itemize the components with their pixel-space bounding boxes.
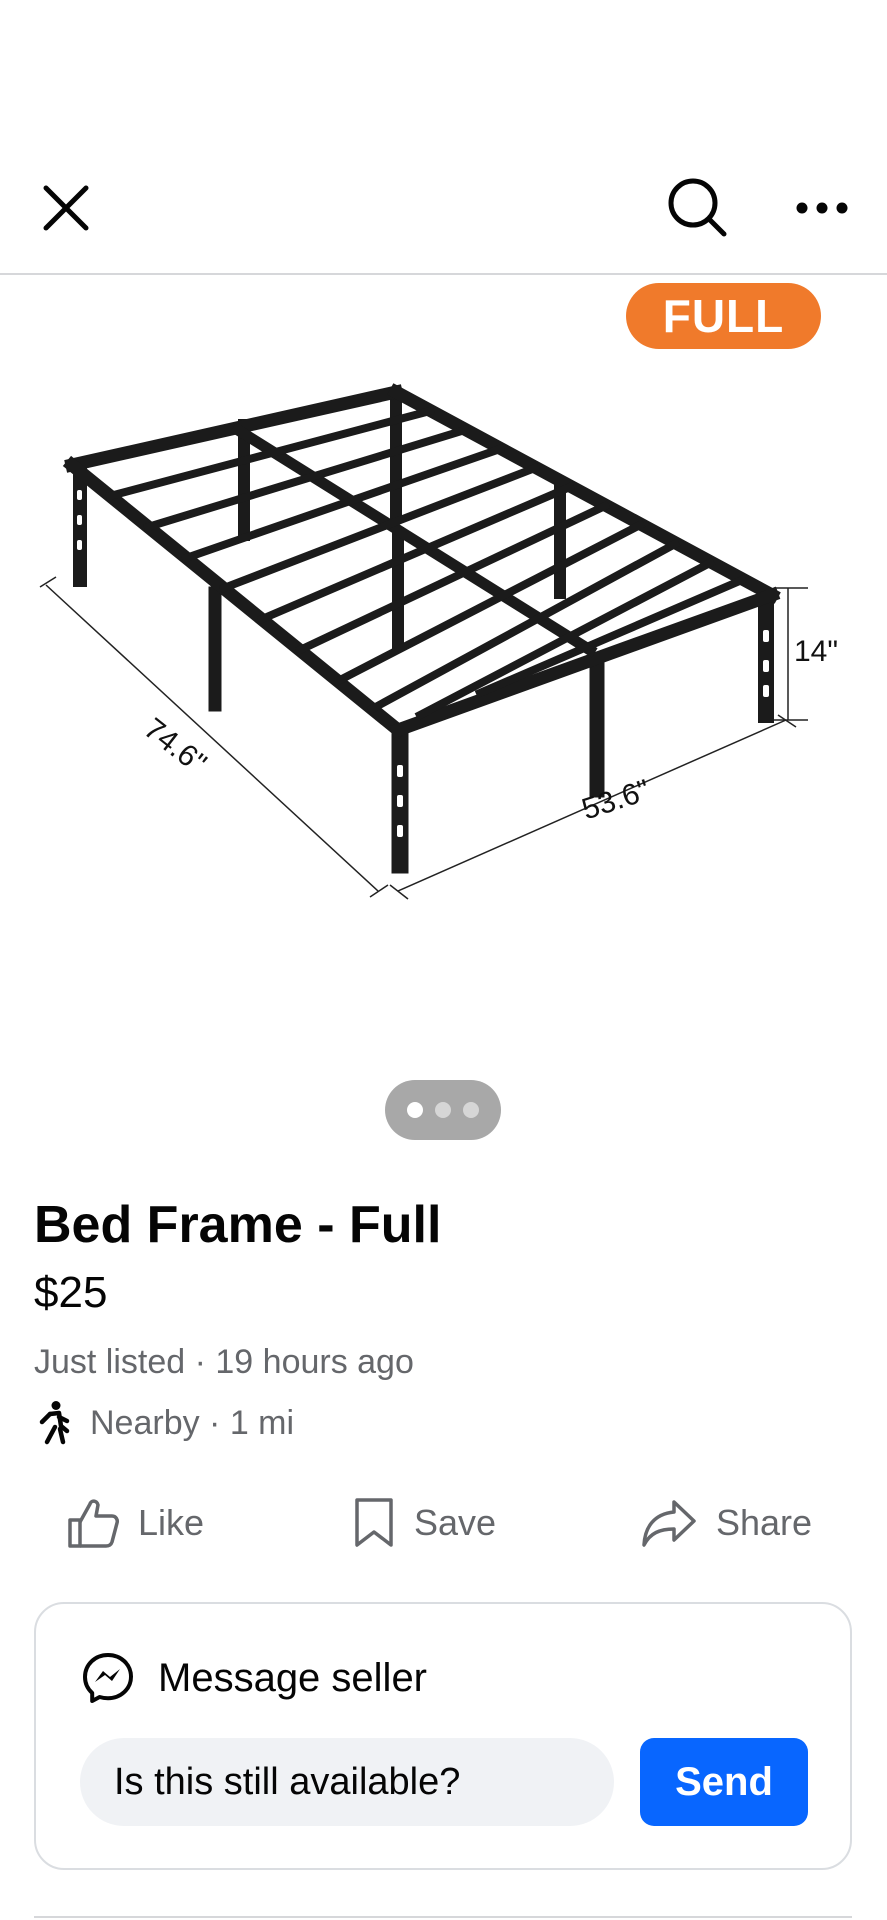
search-icon [668, 178, 727, 237]
bookmark-icon [352, 1495, 396, 1551]
share-arrow-icon [640, 1497, 698, 1549]
carousel-dot [435, 1102, 451, 1118]
message-seller-card: Message seller Is this still available? … [34, 1602, 852, 1870]
message-seller-title: Message seller [158, 1655, 428, 1700]
size-badge: FULL [626, 283, 821, 349]
like-label: Like [138, 1502, 205, 1543]
walking-person-icon [34, 1399, 74, 1447]
message-seller-header: Message seller [80, 1648, 427, 1708]
like-button[interactable]: Like [66, 1490, 204, 1556]
send-button[interactable]: Send [640, 1738, 808, 1826]
share-label: Share [716, 1502, 813, 1543]
divider [34, 1916, 852, 1918]
share-button[interactable]: Share [640, 1490, 812, 1556]
listing-location: Nearby · 1 mi [34, 1398, 294, 1448]
location-text: Nearby · 1 mi [90, 1403, 295, 1442]
messenger-icon [80, 1650, 136, 1706]
carousel-dot [407, 1102, 423, 1118]
listing-price: $25 [34, 1268, 108, 1317]
more-options-icon [796, 202, 848, 214]
close-icon [43, 185, 89, 231]
thumbs-up-icon [66, 1496, 120, 1550]
save-label: Save [414, 1502, 497, 1543]
image-carousel-indicator[interactable] [385, 1080, 501, 1140]
message-input[interactable]: Is this still available? [80, 1738, 614, 1826]
action-row: Like Save Share [0, 1490, 887, 1556]
height-dimension-label: 14" [794, 635, 839, 668]
top-bar [0, 150, 887, 275]
listing-title: Bed Frame - Full [34, 1196, 442, 1254]
close-button[interactable] [30, 172, 102, 244]
search-button[interactable] [660, 170, 736, 246]
more-options-button[interactable] [786, 172, 858, 244]
save-button[interactable]: Save [352, 1490, 496, 1556]
bed-frame-illustration [39, 383, 808, 900]
carousel-dot [463, 1102, 479, 1118]
listing-time: Just listed · 19 hours ago [34, 1343, 414, 1381]
product-image[interactable]: FULL 74.6" 53.6" 14" [0, 275, 887, 1055]
